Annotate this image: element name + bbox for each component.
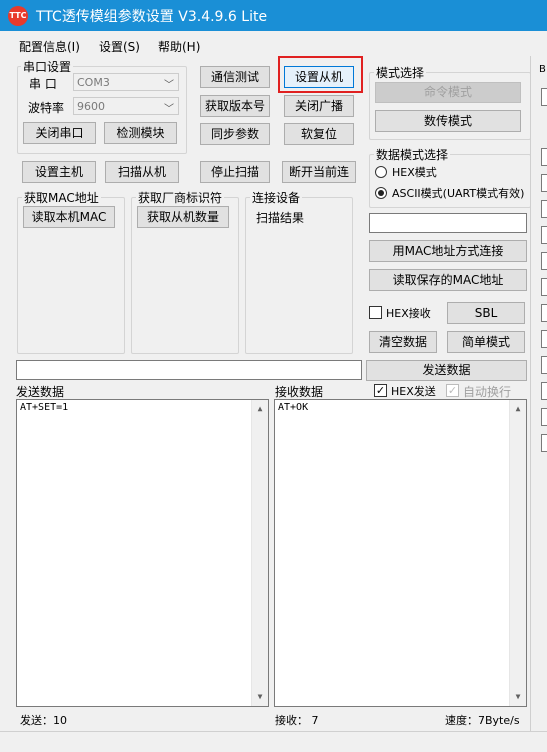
simple-mode-button[interactable]: 简单模式: [447, 331, 525, 353]
read-saved-mac-button[interactable]: 读取保存的MAC地址: [369, 269, 527, 291]
connect-group-label: 连接设备: [250, 189, 303, 206]
send-input[interactable]: [16, 360, 362, 380]
right-edge-label: B: [539, 64, 546, 75]
right-divider: [530, 56, 531, 732]
vendor-group-label: 获取厂商标识符: [136, 189, 225, 206]
close-broadcast-button[interactable]: 关闭广播: [284, 95, 354, 117]
menu-help[interactable]: 帮助(H): [158, 38, 200, 55]
hex-mode-label: HEX模式: [392, 166, 437, 179]
scan-result-label: 扫描结果: [256, 211, 305, 225]
recv-textarea[interactable]: AT+OK ▲ ▼: [274, 399, 527, 707]
bottom-divider: [0, 731, 547, 732]
read-local-mac-button[interactable]: 读取本机MAC: [23, 206, 115, 228]
side-control[interactable]: [541, 330, 547, 348]
baud-label: 波特率: [28, 101, 65, 115]
ascii-mode-radio[interactable]: [375, 187, 387, 199]
auto-wrap-label: 自动换行: [463, 385, 512, 399]
scroll-up-icon[interactable]: ▲: [252, 402, 268, 416]
scan-slave-button[interactable]: 扫描从机: [105, 161, 179, 183]
side-control[interactable]: [541, 200, 547, 218]
chevron-down-icon: ﹀: [164, 104, 174, 115]
received-count: 接收： 7: [275, 714, 319, 727]
port-label: 串 口: [29, 77, 57, 91]
baud-value: 9600: [77, 100, 105, 113]
side-control[interactable]: [541, 278, 547, 296]
auto-wrap-checkbox[interactable]: ✓: [446, 384, 459, 397]
get-version-button[interactable]: 获取版本号: [200, 95, 270, 117]
recv-content: AT+OK: [278, 402, 309, 413]
scroll-up-icon[interactable]: ▲: [510, 402, 526, 416]
side-control[interactable]: [541, 434, 547, 452]
speed-readout: 速度：7Byte/s: [445, 714, 520, 727]
detect-module-button[interactable]: 检测模块: [104, 122, 177, 144]
hex-mode-radio[interactable]: [375, 166, 387, 178]
send-panel-label: 发送数据: [16, 385, 65, 399]
hex-send-label: HEX发送: [391, 385, 436, 398]
soft-reset-button[interactable]: 软复位: [284, 123, 354, 145]
data-mode-label: 数据模式选择: [374, 146, 451, 163]
mac-address-input[interactable]: [369, 213, 527, 233]
side-control[interactable]: [541, 408, 547, 426]
scroll-down-icon[interactable]: ▼: [510, 690, 526, 704]
passthrough-mode-button[interactable]: 数传模式: [375, 110, 521, 132]
hex-recv-label: HEX接收: [386, 307, 431, 320]
hex-recv-checkbox[interactable]: [369, 306, 382, 319]
recv-panel-label: 接收数据: [275, 385, 324, 399]
stop-scan-button[interactable]: 停止扫描: [200, 161, 270, 183]
sent-count: 发送：10: [20, 714, 67, 727]
port-value: COM3: [77, 76, 110, 89]
disconnect-forward-button[interactable]: 断开当前连: [282, 161, 356, 183]
baud-select[interactable]: 9600 ﹀: [73, 97, 179, 115]
side-control[interactable]: [541, 356, 547, 374]
connect-by-mac-button[interactable]: 用MAC地址方式连接: [369, 240, 527, 262]
app-logo-icon: TTC: [8, 6, 28, 26]
set-slave-button[interactable]: 设置从机: [284, 66, 354, 88]
side-control[interactable]: [541, 148, 547, 166]
side-control[interactable]: [541, 88, 547, 106]
get-slave-count-button[interactable]: 获取从机数量: [137, 206, 229, 228]
side-control[interactable]: [541, 252, 547, 270]
side-control[interactable]: [541, 226, 547, 244]
sbl-button[interactable]: SBL: [447, 302, 525, 324]
port-select[interactable]: COM3 ﹀: [73, 73, 179, 91]
set-master-button[interactable]: 设置主机: [22, 161, 96, 183]
send-data-button[interactable]: 发送数据: [366, 360, 527, 381]
close-port-button[interactable]: 关闭串口: [23, 122, 96, 144]
scroll-down-icon[interactable]: ▼: [252, 690, 268, 704]
recv-scrollbar[interactable]: ▲ ▼: [509, 400, 526, 706]
side-control[interactable]: [541, 174, 547, 192]
hex-send-checkbox[interactable]: ✓: [374, 384, 387, 397]
mode-select-label: 模式选择: [374, 64, 427, 81]
comm-test-button[interactable]: 通信测试: [200, 66, 270, 88]
ascii-mode-label: ASCII模式(UART模式有效): [392, 187, 525, 200]
chevron-down-icon: ﹀: [164, 80, 174, 91]
send-scrollbar[interactable]: ▲ ▼: [251, 400, 268, 706]
side-control[interactable]: [541, 382, 547, 400]
window-title: TTC透传模组参数设置 V3.4.9.6 Lite: [36, 9, 268, 25]
command-mode-button[interactable]: 命令模式: [375, 82, 521, 103]
side-control[interactable]: [541, 304, 547, 322]
send-textarea[interactable]: AT+SET=1 ▲ ▼: [16, 399, 269, 707]
mac-group-label: 获取MAC地址: [22, 189, 101, 206]
title-bar: TTC TTC透传模组参数设置 V3.4.9.6 Lite: [0, 0, 547, 31]
menu-config-info[interactable]: 配置信息(I): [19, 38, 80, 55]
menu-settings[interactable]: 设置(S): [99, 38, 140, 55]
serial-settings-label: 串口设置: [21, 58, 74, 75]
send-content: AT+SET=1: [20, 402, 69, 413]
clear-data-button[interactable]: 清空数据: [369, 331, 437, 353]
sync-params-button[interactable]: 同步参数: [200, 123, 270, 145]
